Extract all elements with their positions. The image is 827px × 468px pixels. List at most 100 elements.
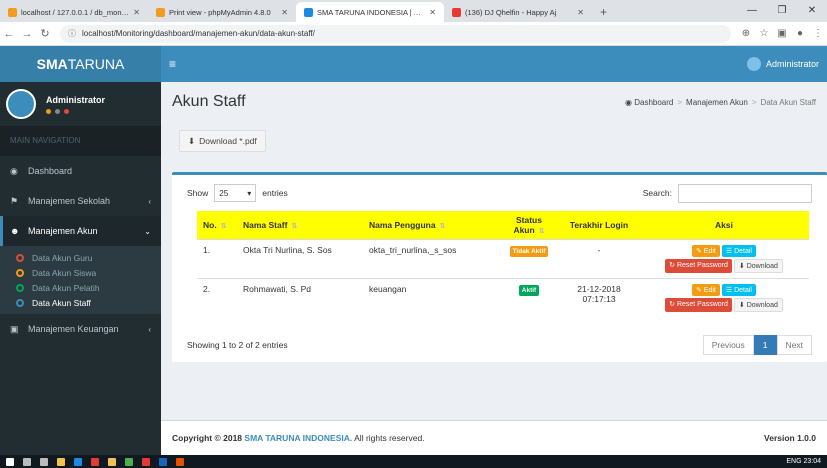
close-tab-icon[interactable]: ✕ — [133, 8, 140, 17]
breadcrumb-current: Data Akun Staff — [760, 97, 816, 107]
app-header: SMA TARUNA ≡ Administrator — [0, 46, 827, 82]
previous-page-button[interactable]: Previous — [702, 335, 754, 355]
page-button[interactable]: 1 — [753, 335, 777, 355]
edit-button[interactable]: ✎ Edit — [691, 245, 720, 257]
download-pdf-button[interactable]: ⬇ Download *.pdf — [179, 130, 266, 152]
sidebar: Administrator MAIN NAVIGATION ◉ Dashboard… — [0, 82, 161, 455]
system-tray: ENG 23:04 — [786, 458, 821, 465]
app-icon[interactable] — [176, 457, 184, 466]
user-menu[interactable]: Administrator — [746, 57, 819, 71]
entries-info: Showing 1 to 2 of 2 entries — [187, 340, 288, 350]
table-search: Search: — [643, 183, 812, 203]
close-tab-icon[interactable]: ✕ — [577, 8, 584, 17]
extension-icon[interactable]: ▣ — [773, 28, 791, 39]
close-tab-icon[interactable]: ✕ — [281, 8, 288, 17]
user-panel: Administrator — [0, 82, 161, 126]
windows-start-icon[interactable] — [6, 457, 14, 466]
breadcrumb-link[interactable]: Manajemen Akun — [686, 98, 748, 107]
explorer-icon[interactable] — [57, 457, 65, 466]
download-button[interactable]: ⬇ Download — [733, 298, 783, 312]
browser-tab[interactable]: Print view - phpMyAdmin 4.8.0 ✕ — [148, 2, 296, 22]
sidebar-item-manajemen-akun[interactable]: ☻ Manajemen Akun ⌄ — [0, 216, 161, 246]
sidebar-item-manajemen-sekolah[interactable]: ⚑ Manajemen Sekolah ‹ — [0, 186, 161, 216]
back-icon[interactable]: ← — [0, 28, 18, 40]
submenu-item-pelatih[interactable]: Data Akun Pelatih — [0, 280, 161, 295]
zoom-icon[interactable]: ⊕ — [737, 28, 755, 39]
info-icon: ⓘ — [68, 29, 76, 38]
app-icon[interactable] — [108, 457, 116, 466]
row-actions: ✎ Edit ☰ Detail ↻ Reset Password ⬇ Downloa… — [645, 284, 803, 312]
download-button[interactable]: ⬇ Download — [733, 259, 783, 273]
browser-tab[interactable]: (136) DJ Qhelfin - Happy Aj ✕ — [444, 2, 592, 22]
circle-icon — [16, 253, 24, 262]
breadcrumb-link[interactable]: Dashboard — [634, 98, 673, 107]
minimize-icon[interactable]: — — [737, 0, 767, 22]
star-icon[interactable]: ☆ — [755, 28, 773, 39]
profile-icon[interactable]: ● — [791, 28, 809, 39]
search-input[interactable] — [678, 183, 812, 203]
reset-password-button[interactable]: ↻ Reset Password — [665, 298, 732, 312]
column-header[interactable]: Nama Staff ⇅ — [237, 211, 363, 240]
sidebar-item-dashboard[interactable]: ◉ Dashboard — [0, 156, 161, 186]
task-view-icon[interactable] — [40, 457, 48, 466]
main-footer: Copyright © 2018 SMA TARUNA INDONESIA. A… — [161, 420, 827, 455]
phpmyadmin-icon — [156, 7, 165, 17]
circle-icon — [16, 298, 24, 307]
detail-button[interactable]: ☰ Detail — [721, 284, 756, 296]
column-header[interactable]: Terakhir Login — [559, 211, 639, 240]
sort-icon: ⇅ — [220, 223, 227, 230]
new-tab-button[interactable]: + — [592, 2, 615, 22]
app-logo[interactable]: SMA TARUNA — [0, 46, 161, 82]
table-row: 2. Rohmawati, S. Pd keuangan Aktif 21-12… — [197, 278, 809, 317]
sort-icon: ⇅ — [439, 223, 446, 230]
users-icon: ☻ — [10, 226, 20, 236]
edge-icon[interactable] — [74, 457, 82, 466]
detail-button[interactable]: ☰ Detail — [721, 245, 756, 257]
reset-password-button[interactable]: ↻ Reset Password — [665, 259, 732, 273]
entries-select[interactable]: 25 ▾ — [214, 184, 257, 202]
app-icon[interactable] — [91, 457, 99, 466]
user-status-icons — [46, 108, 105, 114]
phpmyadmin-icon — [8, 7, 17, 17]
submenu-item-guru[interactable]: Data Akun Guru — [0, 250, 161, 265]
dashboard-icon: ◉ — [10, 165, 18, 176]
sidebar-item-manajemen-keuangan[interactable]: ▣ Manajemen Keuangan ‹ — [0, 314, 161, 344]
money-icon: ▣ — [10, 323, 19, 334]
breadcrumb: ◉ Dashboard > Manajemen Akun > Data Akun Sta… — [625, 97, 816, 107]
browser-tab[interactable]: localhost / 127.0.0.1 / db_monito ✕ — [0, 2, 148, 22]
footer-brand-link[interactable]: SMA TARUNA INDONESIA. — [244, 433, 352, 443]
chevron-left-icon: ‹ — [148, 196, 151, 206]
clock: 23:04 — [803, 458, 821, 465]
nav-section-label: MAIN NAVIGATION — [0, 126, 161, 156]
submenu-item-siswa[interactable]: Data Akun Siswa — [0, 265, 161, 280]
chrome-icon[interactable] — [125, 457, 133, 466]
url-field[interactable]: ⓘ localhost/Monitoring/dashboard/manajeme… — [60, 24, 731, 43]
column-header[interactable]: Status Akun ⇅ — [499, 211, 559, 240]
next-page-button[interactable]: Next — [776, 335, 812, 355]
browser-tab-active[interactable]: SMA TARUNA INDONESIA | Adm ✕ — [296, 2, 444, 22]
menu-icon[interactable]: ⋮ — [809, 28, 827, 39]
app-icon[interactable] — [159, 457, 167, 466]
reload-icon[interactable]: ↻ — [36, 27, 54, 40]
column-header[interactable]: Nama Pengguna ⇅ — [363, 211, 499, 240]
close-tab-icon[interactable]: ✕ — [429, 8, 436, 17]
close-window-icon[interactable]: ✕ — [797, 0, 827, 22]
forward-icon[interactable]: → — [18, 28, 36, 40]
chevron-left-icon: ‹ — [148, 324, 151, 334]
dashboard-icon: ◉ — [625, 97, 632, 107]
column-header[interactable]: No. ⇅ — [197, 211, 237, 240]
content-wrapper: Akun Staff ◉ Dashboard > Manajemen Akun > Da… — [161, 82, 827, 455]
edit-button[interactable]: ✎ Edit — [691, 284, 720, 296]
os-taskbar: ENG 23:04 — [0, 455, 827, 468]
maximize-icon[interactable]: ❐ — [767, 0, 797, 22]
app-icon[interactable] — [142, 457, 150, 466]
content-header: Akun Staff ◉ Dashboard > Manajemen Akun > Da… — [161, 82, 827, 122]
address-bar-row: ← → ↻ ⓘ localhost/Monitoring/dashboard/ma… — [0, 22, 827, 46]
circle-icon — [16, 268, 24, 277]
search-icon[interactable] — [23, 457, 31, 466]
avatar — [6, 89, 36, 119]
status-badge: Tidak Aktif — [509, 246, 549, 257]
sidebar-toggle-icon[interactable]: ≡ — [169, 57, 176, 71]
circle-icon — [16, 283, 24, 292]
submenu-item-staff[interactable]: Data Akun Staff — [0, 295, 161, 310]
